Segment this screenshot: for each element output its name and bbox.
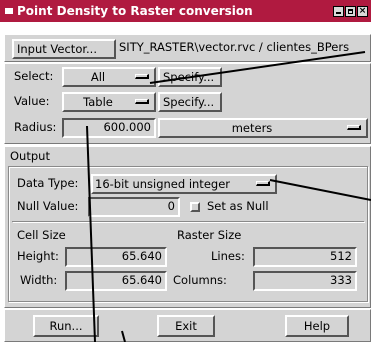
select-specify-button[interactable]: Specify... — [158, 67, 222, 87]
option-menu-indicator-icon — [347, 125, 361, 130]
option-menu-indicator-icon — [135, 74, 149, 79]
help-button[interactable]: Help — [285, 315, 349, 337]
exit-button[interactable]: Exit — [157, 315, 215, 337]
width-label: Width: — [20, 273, 58, 287]
button-bar: Run... Exit Help — [4, 309, 371, 342]
radius-unit-option-menu[interactable]: meters — [158, 118, 368, 138]
raster-size-heading: Raster Size — [177, 228, 242, 242]
cell-width-input[interactable]: 65.640 — [65, 271, 167, 291]
window-title: Point Density to Raster conversion — [17, 4, 253, 18]
columns-input[interactable]: 333 — [253, 271, 357, 291]
lines-input[interactable]: 512 — [253, 247, 357, 267]
cell-height-input[interactable]: 65.640 — [65, 247, 167, 267]
close-icon[interactable]: × — [357, 5, 368, 17]
maximize-icon[interactable] — [345, 5, 356, 17]
radius-label: Radius: — [14, 120, 57, 134]
value-label: Value: — [14, 94, 50, 108]
separator — [12, 221, 364, 222]
input-vector-button[interactable]: Input Vector... — [12, 39, 116, 59]
title-bar[interactable]: Point Density to Raster conversion × — [0, 0, 371, 22]
run-button[interactable]: Run... — [33, 315, 99, 337]
height-label: Height: — [17, 249, 59, 263]
data-type-label: Data Type: — [17, 176, 79, 190]
value-value: Table — [83, 95, 113, 109]
lines-label: Lines: — [211, 249, 245, 263]
minimize-icon[interactable] — [333, 5, 344, 17]
value-option-menu[interactable]: Table — [62, 92, 156, 112]
parameters-panel: Select: All Specify... Value: Table Spec… — [4, 63, 371, 144]
set-as-null-label: Set as Null — [207, 199, 269, 213]
option-menu-indicator-icon — [135, 99, 149, 104]
select-option-menu[interactable]: All — [62, 67, 156, 87]
select-value: All — [90, 70, 106, 84]
input-path-field: SITY_RASTER\vector.rvc / clientes_BPers — [116, 40, 366, 58]
input-panel: Input Vector... SITY_RASTER\vector.rvc /… — [4, 34, 371, 62]
select-label: Select: — [14, 69, 54, 83]
data-type-option-menu[interactable]: 16-bit unsigned integer — [91, 174, 277, 194]
columns-label: Columns: — [173, 273, 227, 287]
cell-size-heading: Cell Size — [17, 228, 66, 242]
radius-input[interactable]: 600.000 — [62, 118, 156, 138]
option-menu-indicator-icon — [256, 181, 270, 186]
null-value-label: Null Value: — [17, 199, 79, 213]
value-specify-button[interactable]: Specify... — [158, 92, 222, 112]
window-menu-icon[interactable] — [5, 8, 13, 14]
radius-unit-value: meters — [231, 121, 273, 135]
point-density-window: Point Density to Raster conversion × Inp… — [0, 0, 371, 342]
null-value-input[interactable]: 0 — [88, 197, 180, 217]
output-heading: Output — [10, 149, 50, 163]
data-type-value: 16-bit unsigned integer — [95, 177, 230, 191]
set-as-null-checkbox[interactable] — [190, 202, 200, 212]
output-panel: Output Data Type: 16-bit unsigned intege… — [4, 146, 371, 308]
